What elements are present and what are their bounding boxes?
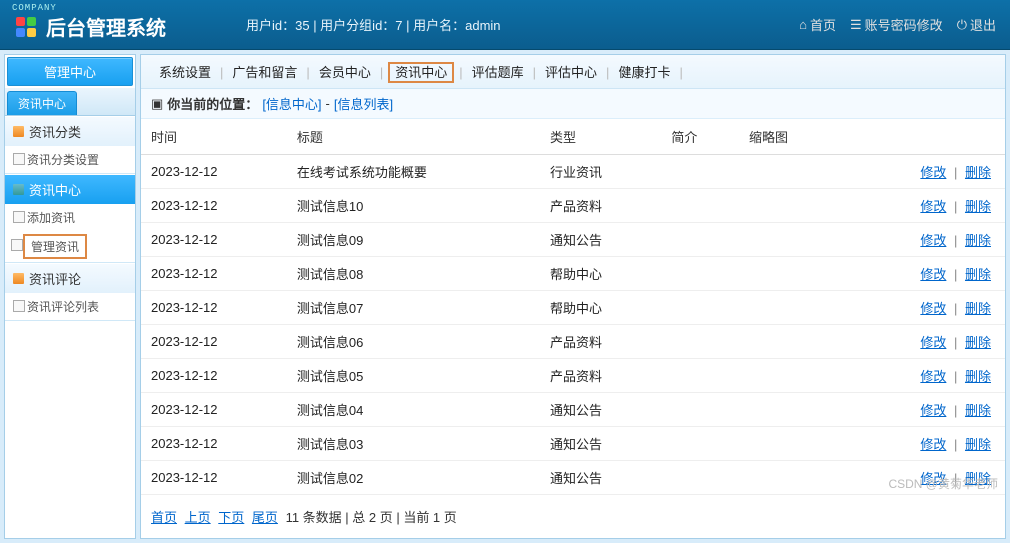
- nav-item[interactable]: 系统设置: [155, 63, 215, 82]
- logo-icon: [14, 15, 38, 39]
- content: 系统设置|广告和留言|会员中心|资讯中心|评估题库|评估中心|健康打卡| ▣ 你…: [140, 54, 1006, 539]
- table-row: 2023-12-12在线考试系统功能概要行业资讯修改 | 删除: [141, 155, 1005, 189]
- password-link[interactable]: ☰账号密码修改: [850, 15, 943, 34]
- table-row: 2023-12-12测试信息03通知公告修改 | 删除: [141, 427, 1005, 461]
- sidebar-group-head[interactable]: 资讯评论: [5, 263, 135, 293]
- logout-link[interactable]: ⏻退出: [957, 15, 996, 34]
- header: COMPANY 后台管理系统 用户id：35 | 用户分组id：7 | 用户名：…: [0, 0, 1010, 50]
- pager-last[interactable]: 尾页: [252, 510, 278, 525]
- pager-first[interactable]: 首页: [151, 510, 177, 525]
- nav-item[interactable]: 健康打卡: [614, 63, 674, 82]
- breadcrumb: ▣ 你当前的位置： [信息中心] - [信息列表]: [141, 89, 1005, 119]
- book-icon: [13, 126, 24, 137]
- crumb-a[interactable]: [信息中心]: [262, 94, 321, 113]
- col-header: 简介: [661, 119, 739, 155]
- edit-link[interactable]: 修改: [920, 369, 946, 384]
- edit-link[interactable]: 修改: [920, 437, 946, 452]
- col-header: [839, 119, 1005, 155]
- book-icon: [13, 184, 24, 195]
- pager: 首页 上页 下页 尾页 11 条数据 | 总 2 页 | 当前 1 页: [141, 495, 1005, 538]
- delete-link[interactable]: 删除: [965, 369, 991, 384]
- edit-link[interactable]: 修改: [920, 335, 946, 350]
- crumb-prefix: 你当前的位置：: [167, 94, 258, 113]
- table-row: 2023-12-12测试信息04通知公告修改 | 删除: [141, 393, 1005, 427]
- lock-icon: ☰: [850, 17, 862, 33]
- power-icon: ⏻: [957, 17, 967, 33]
- pager-prev[interactable]: 上页: [185, 510, 211, 525]
- delete-link[interactable]: 删除: [965, 437, 991, 452]
- nav-item[interactable]: 资讯中心: [388, 62, 454, 83]
- edit-link[interactable]: 修改: [920, 267, 946, 282]
- sidebar-item[interactable]: 管理资讯: [23, 234, 87, 259]
- col-header: 时间: [141, 119, 287, 155]
- sidebar-group-head[interactable]: 资讯中心: [5, 174, 135, 204]
- delete-link[interactable]: 删除: [965, 403, 991, 418]
- edit-link[interactable]: 修改: [920, 199, 946, 214]
- sidebar-item[interactable]: 资讯分类设置: [5, 146, 135, 173]
- nav-item[interactable]: 评估题库: [468, 63, 528, 82]
- sidebar-tab[interactable]: 资讯中心: [7, 91, 77, 115]
- pager-info: 11 条数据 | 总 2 页 | 当前 1 页: [286, 510, 457, 525]
- edit-link[interactable]: 修改: [920, 233, 946, 248]
- sidebar-title: 管理中心: [7, 57, 133, 86]
- nav-item[interactable]: 会员中心: [315, 63, 375, 82]
- sidebar-item[interactable]: 添加资讯: [5, 204, 135, 231]
- table-row: 2023-12-12测试信息07帮助中心修改 | 删除: [141, 291, 1005, 325]
- col-header: 类型: [540, 119, 661, 155]
- book-icon: [13, 273, 24, 284]
- sidebar: 管理中心 资讯中心 资讯分类资讯分类设置资讯中心添加资讯管理资讯资讯评论资讯评论…: [4, 54, 136, 539]
- data-table: 时间标题类型简介缩略图 2023-12-12在线考试系统功能概要行业资讯修改 |…: [141, 119, 1005, 495]
- pager-next[interactable]: 下页: [218, 510, 244, 525]
- top-nav: 系统设置|广告和留言|会员中心|资讯中心|评估题库|评估中心|健康打卡|: [141, 55, 1005, 89]
- delete-link[interactable]: 删除: [965, 165, 991, 180]
- home-icon: ⌂: [799, 17, 807, 32]
- table-row: 2023-12-12测试信息05产品资料修改 | 删除: [141, 359, 1005, 393]
- sidebar-tab-header: 资讯中心: [5, 88, 135, 116]
- edit-link[interactable]: 修改: [920, 301, 946, 316]
- col-header: 标题: [287, 119, 540, 155]
- edit-link[interactable]: 修改: [920, 403, 946, 418]
- header-right: ⌂首页 ☰账号密码修改 ⏻退出: [799, 15, 996, 34]
- logo: 后台管理系统: [14, 12, 166, 41]
- delete-link[interactable]: 删除: [965, 267, 991, 282]
- col-header: 缩略图: [739, 119, 839, 155]
- sidebar-item[interactable]: 资讯评论列表: [5, 293, 135, 320]
- nav-item[interactable]: 评估中心: [541, 63, 601, 82]
- table-row: 2023-12-12测试信息02通知公告修改 | 删除: [141, 461, 1005, 495]
- main: 管理中心 资讯中心 资讯分类资讯分类设置资讯中心添加资讯管理资讯资讯评论资讯评论…: [0, 50, 1010, 543]
- folder-icon: ▣: [151, 96, 163, 112]
- nav-item[interactable]: 广告和留言: [228, 63, 301, 82]
- crumb-b[interactable]: [信息列表]: [334, 94, 393, 113]
- home-link[interactable]: ⌂首页: [799, 15, 836, 34]
- app-title: 后台管理系统: [46, 12, 166, 41]
- sidebar-group-head[interactable]: 资讯分类: [5, 116, 135, 146]
- delete-link[interactable]: 删除: [965, 335, 991, 350]
- delete-link[interactable]: 删除: [965, 233, 991, 248]
- watermark: CSDN @黄菊华老师: [888, 475, 998, 492]
- delete-link[interactable]: 删除: [965, 199, 991, 214]
- company-tag: COMPANY: [12, 3, 57, 13]
- table-row: 2023-12-12测试信息08帮助中心修改 | 删除: [141, 257, 1005, 291]
- table-row: 2023-12-12测试信息06产品资料修改 | 删除: [141, 325, 1005, 359]
- table-row: 2023-12-12测试信息09通知公告修改 | 删除: [141, 223, 1005, 257]
- edit-link[interactable]: 修改: [920, 165, 946, 180]
- user-info: 用户id：35 | 用户分组id：7 | 用户名：admin: [246, 15, 501, 34]
- delete-link[interactable]: 删除: [965, 301, 991, 316]
- table-row: 2023-12-12测试信息10产品资料修改 | 删除: [141, 189, 1005, 223]
